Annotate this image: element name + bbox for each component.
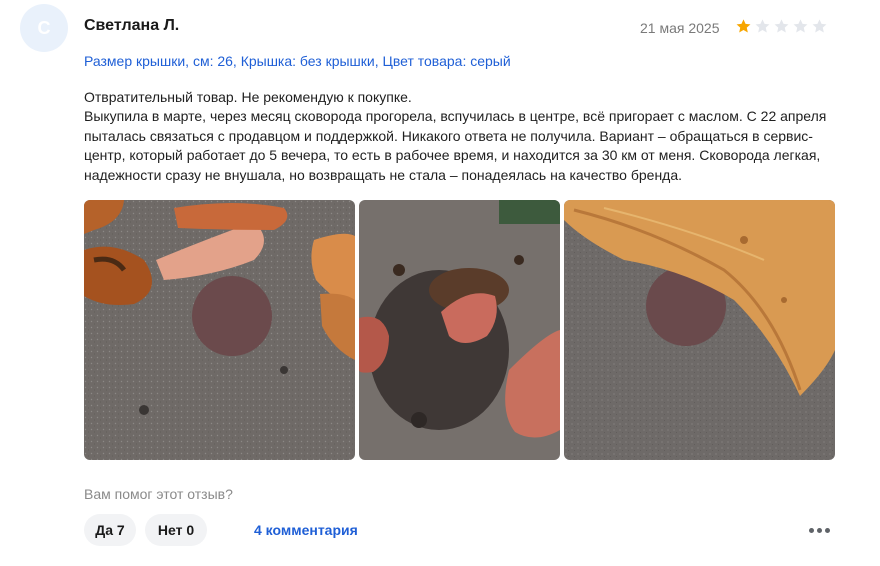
photo-pan-lavash[interactable]: [564, 200, 835, 460]
review-date: 21 мая 2025: [640, 20, 720, 36]
review-text-line-2: Выкупила в марте, через месяц сковорода …: [84, 108, 827, 183]
vote-yes-button[interactable]: Да 7: [84, 514, 136, 546]
star-icon: [736, 19, 751, 33]
star-icon: [774, 19, 789, 33]
star-icon: [793, 19, 808, 33]
author-name: Светлана Л.: [84, 17, 180, 34]
vote-no-button[interactable]: Нет 0: [145, 514, 207, 546]
more-dots-icon[interactable]: [806, 518, 832, 542]
dot: [816, 527, 822, 533]
review-text: Отвратительный товар. Не рекомендую к по…: [84, 88, 844, 185]
star-icon: [755, 19, 770, 33]
photo-pan-chicken[interactable]: [84, 200, 355, 460]
comments-link[interactable]: 4 комментария: [254, 522, 358, 538]
photo-pan-burnt-meat[interactable]: [359, 200, 560, 460]
avatar: С: [20, 4, 68, 52]
helpful-question: Вам помог этот отзыв?: [84, 486, 233, 502]
star-icon: [812, 19, 827, 33]
rating-stars: [735, 18, 828, 35]
dot: [808, 527, 814, 533]
review-text-line-1: Отвратительный товар. Не рекомендую к по…: [84, 89, 412, 105]
dot: [824, 527, 830, 533]
product-variant-link[interactable]: Размер крышки, см: 26, Крышка: без крышк…: [84, 53, 511, 69]
